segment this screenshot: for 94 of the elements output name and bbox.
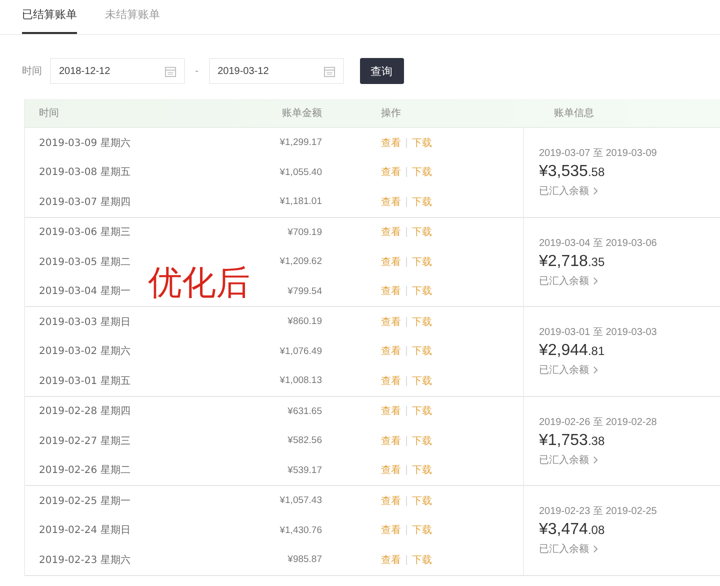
date-cell-text: 2019-03-05 星期二 (38, 256, 132, 269)
calendar-icon[interactable] (165, 66, 176, 76)
date-cell-text: 2019-03-02 星期六 (38, 344, 132, 358)
action-link[interactable]: 查看 (381, 314, 401, 329)
column-header: 账单信息 (554, 106, 594, 120)
action-link[interactable]: 下载 (412, 374, 432, 388)
action-link[interactable]: 查看 (381, 225, 401, 240)
action-link[interactable]: 下载 (412, 284, 432, 298)
date-field[interactable]: 2018-12-12 (50, 58, 185, 84)
date-cell-text: 2019-02-26 星期二 (38, 464, 132, 478)
action-link[interactable]: 查看 (381, 136, 401, 150)
action-link[interactable]: 下载 (412, 523, 432, 538)
action-link[interactable]: 下载 (412, 552, 432, 567)
date-cell-text: 2019-03-09 星期六 (38, 136, 132, 150)
action-link[interactable]: 查看 (381, 374, 401, 388)
action-link[interactable]: 下载 (412, 194, 432, 209)
column-header: 账单金额 (281, 106, 322, 120)
action-link[interactable]: 查看 (381, 523, 401, 538)
status-link[interactable]: 已汇入余额 (539, 184, 589, 198)
action-link[interactable]: 下载 (412, 463, 432, 478)
amount-cell-text: ¥1,209.62 (278, 256, 322, 268)
bill-period: 2019-02-26 至 2019-02-28 (539, 416, 657, 429)
amount-cell-text: ¥539.17 (286, 464, 322, 476)
chevron-icon[interactable] (593, 456, 598, 464)
amount-cell-text: ¥860.19 (286, 316, 322, 328)
action-link[interactable]: 查看 (381, 434, 401, 448)
amount-cell-text: ¥985.87 (286, 554, 322, 566)
action-link[interactable]: 查看 (381, 552, 401, 567)
date-cell-text: 2019-03-07 星期四 (38, 196, 132, 209)
action-link[interactable]: 查看 (381, 463, 401, 478)
date-cell-text: 2019-02-28 星期四 (38, 404, 132, 418)
date-cell-text: 2019-02-27 星期三 (38, 434, 132, 448)
action-link[interactable]: 下载 (412, 434, 432, 448)
action-link[interactable]: 下载 (412, 404, 432, 418)
date-separator: - (195, 66, 199, 76)
filter-label: 时间 (22, 64, 42, 78)
amount-cell-text: ¥631.65 (286, 406, 322, 417)
action-link[interactable]: 查看 (381, 494, 401, 508)
action-link[interactable]: 下载 (412, 494, 432, 508)
amount-cell-text: ¥1,055.40 (278, 166, 322, 178)
bill-period: 2019-03-07 至 2019-03-09 (539, 147, 657, 160)
date-cell-text: 2019-02-23 星期六 (38, 554, 132, 567)
date-cell-text: 2019-03-08 星期五 (38, 166, 132, 180)
column-header: 时间 (38, 106, 60, 120)
date-cell-text: 2019-03-03 星期日 (38, 316, 132, 329)
chevron-icon[interactable] (593, 545, 598, 554)
calendar-icon[interactable] (324, 66, 335, 76)
action-link[interactable]: 查看 (381, 344, 401, 358)
action-link[interactable]: 查看 (381, 254, 401, 269)
chevron-icon[interactable] (593, 187, 598, 196)
status-link[interactable]: 已汇入余额 (539, 363, 589, 378)
action-link[interactable]: 下载 (412, 225, 432, 240)
amount-cell-text: ¥1,008.13 (278, 375, 322, 386)
action-link[interactable]: 查看 (381, 194, 401, 209)
amount-cell-text: ¥582.56 (286, 435, 322, 446)
chevron-icon[interactable] (593, 366, 598, 374)
status-link[interactable]: 已汇入余额 (539, 542, 589, 556)
action-link[interactable]: 查看 (381, 404, 401, 418)
status-link[interactable]: 已汇入余额 (539, 452, 589, 467)
bill-period: 2019-02-23 至 2019-02-25 (539, 505, 657, 518)
amount-cell-text: ¥1,181.01 (278, 196, 322, 208)
status-link[interactable]: 已汇入余额 (539, 274, 589, 288)
bill-total: ¥2,944.81 (539, 342, 606, 360)
action-link[interactable]: 查看 (381, 284, 401, 298)
bill-period: 2019-03-01 至 2019-03-03 (539, 326, 657, 340)
action-link[interactable]: 查看 (381, 165, 401, 180)
chevron-icon[interactable] (593, 276, 598, 285)
date-cell-text: 2019-03-01 星期五 (38, 374, 132, 388)
action-link[interactable]: 下载 (412, 136, 432, 150)
date-cell-text: 2019-03-04 星期一 (38, 284, 132, 298)
action-link[interactable]: 下载 (412, 254, 432, 269)
action-link[interactable]: 下载 (412, 314, 432, 329)
amount-cell-text: ¥1,076.49 (278, 346, 322, 357)
amount-cell-text: ¥709.19 (286, 226, 322, 238)
column-header: 操作 (380, 107, 402, 120)
bill-total: ¥3,474.08 (539, 521, 606, 540)
date-cell-text: 2019-02-25 星期一 (38, 494, 132, 508)
amount-cell-text: ¥1,057.43 (278, 495, 322, 506)
amount-cell-text: ¥1,299.17 (278, 137, 322, 148)
annotation-text: 优化后 (148, 266, 250, 300)
tab[interactable]: 未结算账单 (105, 7, 160, 34)
date-cell-text: 2019-03-06 星期三 (38, 226, 132, 240)
amount-cell-text: ¥799.54 (286, 286, 322, 297)
bill-total: ¥2,718.35 (539, 252, 606, 271)
amount-cell-text: ¥1,430.76 (278, 524, 322, 536)
bill-total: ¥3,535.58 (539, 163, 606, 182)
date-field[interactable]: 2019-03-12 (208, 58, 344, 84)
date-cell-text: 2019-02-24 星期日 (38, 524, 132, 538)
bill-total: ¥1,753.38 (539, 432, 606, 450)
action-link[interactable]: 下载 (412, 344, 432, 358)
tab[interactable]: 已结算账单 (22, 7, 77, 34)
bill-period: 2019-03-04 至 2019-03-06 (539, 236, 657, 250)
action-link[interactable]: 下载 (412, 165, 432, 180)
query-button[interactable]: 查询 (360, 58, 404, 84)
